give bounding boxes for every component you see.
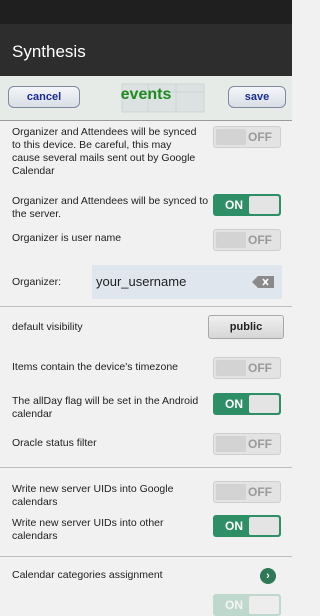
toggle-state: OFF bbox=[248, 233, 272, 247]
section-divider bbox=[0, 306, 292, 307]
oracle-status-filter-label: Oracle status filter bbox=[12, 437, 97, 449]
section-divider bbox=[0, 556, 292, 557]
toggle-state: ON bbox=[225, 598, 243, 612]
device-timezone-label: Items contain the device's timezone bbox=[12, 361, 179, 373]
organizer-label: Organizer: bbox=[12, 276, 62, 288]
oracle-status-filter-toggle[interactable]: OFF bbox=[213, 433, 281, 455]
save-button[interactable]: save bbox=[228, 86, 286, 108]
app-title: Synthesis bbox=[12, 42, 86, 61]
toggle-state: OFF bbox=[248, 130, 272, 144]
sync-to-server-label: Organizer and Attendees will be synced t… bbox=[12, 195, 209, 220]
toggle-knob bbox=[216, 360, 246, 376]
toggle-knob bbox=[249, 196, 279, 214]
toggle-state: ON bbox=[225, 519, 243, 533]
chevron-right-icon[interactable]: › bbox=[260, 568, 276, 584]
default-visibility-label: default visibility bbox=[12, 321, 83, 333]
toggle-knob bbox=[216, 129, 246, 145]
allday-flag-label: The allDay flag will be set in the Andro… bbox=[12, 395, 199, 420]
allday-flag-toggle[interactable]: ON bbox=[213, 393, 281, 415]
app-bar: Synthesis bbox=[0, 24, 292, 76]
uids-other-toggle[interactable]: ON bbox=[213, 515, 281, 537]
categories-assignment-label: Calendar categories assignment bbox=[12, 569, 163, 581]
device-timezone-toggle[interactable]: OFF bbox=[213, 357, 281, 379]
organizer-value: your_username bbox=[96, 274, 187, 289]
toggle-knob bbox=[216, 484, 246, 500]
header-bar: cancel events save bbox=[0, 76, 292, 121]
status-bar bbox=[0, 0, 292, 24]
toggle-state: OFF bbox=[248, 485, 272, 499]
toggle-knob bbox=[249, 395, 279, 413]
toggle-state: OFF bbox=[248, 361, 272, 375]
sync-to-device-toggle[interactable]: OFF bbox=[213, 126, 281, 148]
section-divider bbox=[0, 467, 292, 468]
uids-google-toggle[interactable]: OFF bbox=[213, 481, 281, 503]
organizer-is-username-label: Organizer is user name bbox=[12, 232, 122, 244]
toggle-knob bbox=[249, 517, 279, 535]
visibility-button[interactable]: public bbox=[208, 315, 284, 339]
uids-google-label: Write new server UIDs into Google calend… bbox=[12, 483, 174, 508]
backspace-icon[interactable] bbox=[252, 276, 274, 288]
toggle-knob bbox=[216, 232, 246, 248]
toggle-state: ON bbox=[225, 397, 243, 411]
toggle-state: OFF bbox=[248, 437, 272, 451]
sync-to-server-toggle[interactable]: ON bbox=[213, 194, 281, 216]
sync-to-device-label: Organizer and Attendees will be synced t… bbox=[12, 126, 197, 177]
partial-toggle[interactable]: ON bbox=[213, 594, 281, 616]
organizer-is-username-toggle[interactable]: OFF bbox=[213, 229, 281, 251]
toggle-state: ON bbox=[225, 198, 243, 212]
organizer-field[interactable]: your_username bbox=[92, 265, 282, 299]
toggle-knob bbox=[249, 596, 279, 614]
toggle-knob bbox=[216, 436, 246, 452]
uids-other-label: Write new server UIDs into other calenda… bbox=[12, 517, 164, 542]
